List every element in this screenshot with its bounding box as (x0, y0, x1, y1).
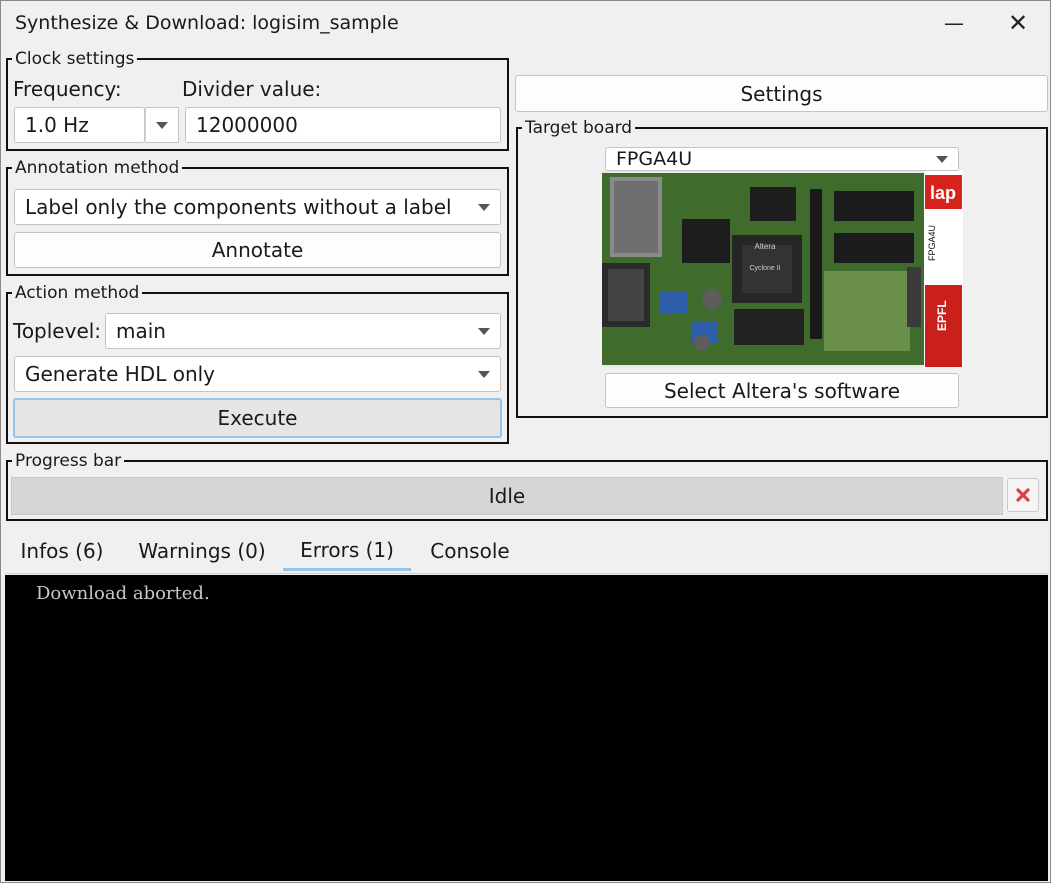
annotate-button[interactable]: Annotate (14, 232, 501, 268)
progress-status: Idle (488, 484, 526, 508)
tab-console[interactable]: Console (419, 531, 521, 571)
window-title: Synthesize & Download: logisim_sample (15, 12, 399, 34)
minimize-icon: — (944, 11, 964, 35)
svg-text:FPGA4U: FPGA4U (927, 225, 937, 261)
tab-errors[interactable]: Errors (1) (283, 531, 411, 571)
chevron-down-icon (478, 371, 490, 378)
toplevel-label: Toplevel: (13, 319, 102, 343)
clock-settings-legend: Clock settings (12, 49, 138, 69)
svg-text:Cyclone II: Cyclone II (749, 265, 780, 272)
chevron-down-icon (156, 122, 168, 129)
tab-infos-label: Infos (6) (20, 539, 104, 563)
close-button[interactable]: ✕ (995, 7, 1041, 39)
board-select[interactable]: FPGA4U (605, 147, 959, 171)
chevron-down-icon (936, 156, 948, 163)
cancel-button[interactable] (1007, 478, 1039, 512)
synthesize-download-window: Synthesize & Download: logisim_sample — … (0, 0, 1051, 883)
target-board-legend: Target board (522, 118, 636, 138)
annotate-button-label: Annotate (211, 238, 304, 262)
divider-input[interactable]: 12000000 (185, 107, 501, 143)
tab-warnings[interactable]: Warnings (0) (127, 531, 277, 571)
tab-console-label: Console (430, 539, 510, 563)
clock-settings-group: Clock settings Frequency: Divider value:… (6, 49, 509, 151)
svg-text:lap: lap (930, 183, 956, 203)
progress-bar: Idle (11, 477, 1003, 515)
chevron-down-icon (478, 328, 490, 335)
toplevel-value: main (116, 319, 166, 343)
divider-label: Divider value: (182, 77, 322, 101)
title-bar: Synthesize & Download: logisim_sample — … (1, 1, 1050, 47)
board-image: lap FPGA4U EPFL Cyclone II Altera (602, 171, 963, 367)
tab-errors-label: Errors (1) (300, 537, 394, 562)
annotation-method-value: Label only the components without a labe… (25, 195, 452, 219)
select-altera-software-label: Select Altera's software (663, 378, 901, 403)
select-altera-software-button[interactable]: Select Altera's software (605, 373, 959, 408)
settings-button-label: Settings (740, 81, 823, 106)
action-mode-value: Generate HDL only (25, 362, 216, 386)
toplevel-select[interactable]: main (105, 313, 501, 349)
action-mode-select[interactable]: Generate HDL only (14, 356, 501, 392)
chevron-down-icon (478, 204, 490, 211)
close-icon: ✕ (1007, 9, 1029, 37)
frequency-dropdown-button[interactable] (145, 107, 179, 143)
red-x-icon (1016, 488, 1030, 502)
action-method-group: Action method Toplevel: main Generate HD… (6, 283, 509, 444)
svg-text:EPFL: EPFL (935, 300, 949, 331)
tabs-divider (5, 573, 1048, 574)
minimize-button[interactable]: — (931, 7, 977, 39)
annotation-method-group: Annotation method Label only the compone… (6, 158, 509, 276)
action-method-legend: Action method (12, 283, 143, 303)
svg-text:Altera: Altera (755, 242, 776, 251)
board-value: FPGA4U (616, 148, 693, 170)
execute-button[interactable]: Execute (13, 398, 502, 438)
execute-button-label: Execute (217, 406, 298, 430)
tab-infos[interactable]: Infos (6) (11, 531, 113, 571)
console-message: Download aborted. (36, 583, 210, 604)
annotation-method-select[interactable]: Label only the components without a labe… (14, 189, 501, 225)
tab-warnings-label: Warnings (0) (138, 539, 266, 563)
frequency-value: 1.0 Hz (25, 113, 89, 137)
settings-button[interactable]: Settings (515, 75, 1048, 112)
frequency-label: Frequency: (13, 77, 122, 101)
message-console[interactable]: Download aborted. (5, 575, 1048, 881)
progress-bar-legend: Progress bar (12, 451, 125, 471)
divider-value: 12000000 (196, 113, 298, 137)
annotation-method-legend: Annotation method (12, 158, 183, 178)
frequency-combo[interactable]: 1.0 Hz (14, 107, 145, 143)
